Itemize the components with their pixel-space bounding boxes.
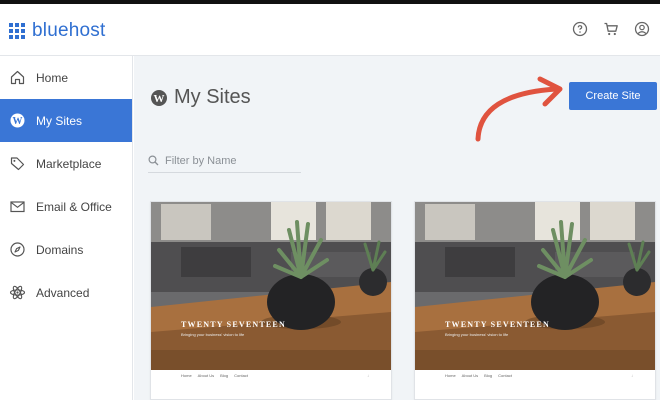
theme-menu-item: Blog xyxy=(220,373,229,378)
sidebar-item-label: Home xyxy=(36,70,69,85)
bluehost-logo[interactable]: bluehost xyxy=(9,20,105,42)
site-thumbnail xyxy=(415,202,655,370)
mail-icon xyxy=(10,201,25,213)
wordpress-icon: W xyxy=(151,89,167,106)
theme-menu-item: About Us xyxy=(197,373,215,378)
grid-logo-icon xyxy=(9,23,25,39)
scroll-arrow-icon: ↓ xyxy=(631,373,633,378)
theme-menu-item: Home xyxy=(445,373,456,378)
sidebar-item-label: My Sites xyxy=(36,113,83,128)
site-card[interactable]: TWENTY SEVENTEEN Bringing your business'… xyxy=(150,201,392,400)
sidebar-item-email-office[interactable]: Email & Office xyxy=(0,185,132,228)
annotation-arrow xyxy=(475,76,563,142)
compass-icon xyxy=(10,242,25,257)
atom-icon xyxy=(9,285,26,300)
header-actions xyxy=(572,21,650,37)
theme-tagline: Bringing your business' vision to life xyxy=(181,332,245,337)
theme-menu: Home About Us Blog Contact xyxy=(445,373,512,378)
sidebar-item-domains[interactable]: Domains xyxy=(0,228,132,271)
brand-name: bluehost xyxy=(32,20,106,41)
account-icon[interactable] xyxy=(634,21,650,37)
sidebar-item-label: Advanced xyxy=(36,285,90,300)
theme-menu-item: Home xyxy=(181,373,192,378)
site-card[interactable]: TWENTY SEVENTEEN Bringing your business'… xyxy=(414,201,656,400)
sidebar-item-label: Email & Office xyxy=(36,199,112,214)
home-icon xyxy=(10,70,25,85)
sidebar: Home W My Sites Marketplace Email & Offi… xyxy=(0,56,133,400)
cart-icon[interactable] xyxy=(603,21,619,37)
theme-tagline: Bringing your business' vision to life xyxy=(445,332,509,337)
help-icon[interactable] xyxy=(572,21,588,37)
filter-field[interactable] xyxy=(148,149,301,173)
scroll-arrow-icon: ↓ xyxy=(367,373,369,378)
theme-menu-item: Contact xyxy=(234,373,248,378)
sidebar-item-advanced[interactable]: Advanced xyxy=(0,271,132,314)
search-icon xyxy=(148,155,159,166)
theme-title: TWENTY SEVENTEEN xyxy=(181,320,286,329)
create-site-button[interactable]: Create Site xyxy=(569,82,657,110)
theme-menu-item: Blog xyxy=(484,373,493,378)
theme-menu-item: Contact xyxy=(498,373,512,378)
page-title: W My Sites xyxy=(150,86,251,109)
top-bar: bluehost xyxy=(0,0,660,56)
wordpress-icon: W xyxy=(10,113,25,128)
sidebar-item-marketplace[interactable]: Marketplace xyxy=(0,142,132,185)
theme-title: TWENTY SEVENTEEN xyxy=(445,320,550,329)
sidebar-item-home[interactable]: Home xyxy=(0,56,132,99)
sidebar-item-my-sites[interactable]: W My Sites xyxy=(0,99,132,142)
theme-menu-item: About Us xyxy=(461,373,479,378)
theme-menu: Home About Us Blog Contact xyxy=(181,373,248,378)
svg-text:W: W xyxy=(13,116,23,127)
sidebar-item-label: Marketplace xyxy=(36,156,102,171)
filter-input[interactable] xyxy=(165,154,295,167)
page-title-text: My Sites xyxy=(174,86,251,108)
sidebar-item-label: Domains xyxy=(36,242,84,257)
main-content: W My Sites Create Site Filter by Name TW… xyxy=(134,56,660,400)
svg-text:W: W xyxy=(154,93,165,105)
tag-icon xyxy=(10,157,25,171)
site-thumbnail xyxy=(151,202,391,370)
